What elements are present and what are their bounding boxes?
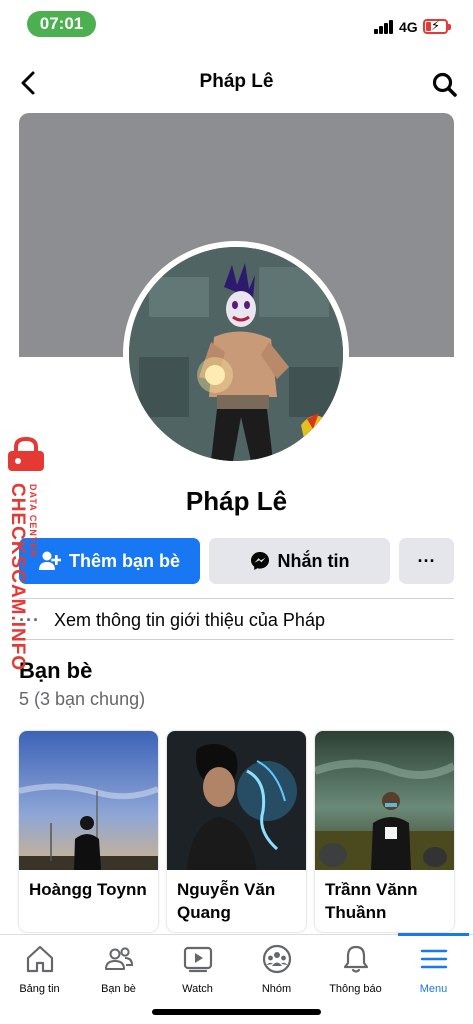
profile-header: Pháp Lê bbox=[0, 58, 473, 110]
friends-count: 5 (3 bạn chung) bbox=[19, 689, 146, 709]
active-tab-indicator bbox=[398, 933, 469, 936]
friend-photo bbox=[167, 731, 306, 870]
nav-label: Bảng tin bbox=[19, 983, 60, 995]
nav-label: Nhóm bbox=[261, 983, 292, 995]
profile-name: Pháp Lê bbox=[185, 486, 288, 516]
friend-card[interactable]: Nguyễn Văn Quang bbox=[167, 731, 306, 932]
status-time: 07:01 bbox=[27, 11, 96, 37]
battery-icon: ⚡ bbox=[423, 18, 451, 34]
signal-icon bbox=[374, 20, 394, 34]
groups-icon bbox=[262, 944, 291, 974]
watermark-lock-icon bbox=[8, 437, 44, 471]
see-about-info-label: Xem thông tin giới thiệu của Pháp bbox=[53, 609, 325, 630]
add-friend-label: Thêm bạn bè bbox=[68, 550, 180, 571]
friend-name: Nguyễn Văn Quang bbox=[177, 880, 276, 922]
nav-item-friends[interactable]: Bạn bè bbox=[79, 943, 158, 1003]
nav-label: Bạn bè bbox=[101, 983, 136, 995]
watermark-sub: DATA CENTER bbox=[28, 484, 38, 558]
nav-item-watch[interactable]: Watch bbox=[158, 943, 237, 1003]
add-friend-icon bbox=[38, 551, 61, 570]
avatar-image bbox=[129, 247, 343, 461]
network-type: 4G bbox=[399, 19, 418, 35]
friend-photo bbox=[315, 731, 454, 870]
more-dots-icon: ··· bbox=[417, 550, 436, 571]
friends-icon bbox=[104, 947, 133, 970]
home-icon bbox=[26, 945, 53, 973]
watermark-brand: CHECKSCAM.INFO bbox=[7, 483, 28, 672]
add-friend-button[interactable]: Thêm bạn bè bbox=[19, 538, 200, 584]
divider bbox=[19, 598, 454, 599]
nav-label: Watch bbox=[182, 983, 213, 995]
more-options-button[interactable]: ··· bbox=[399, 538, 454, 584]
see-about-info-row[interactable]: ··· Xem thông tin giới thiệu của Pháp bbox=[19, 606, 459, 634]
nav-label: Thông báo bbox=[329, 983, 382, 995]
friend-photo bbox=[19, 731, 158, 870]
nav-item-menu[interactable]: Menu bbox=[394, 943, 473, 1003]
bell-icon bbox=[343, 945, 368, 973]
nav-label: Menu bbox=[419, 983, 448, 995]
friends-section-title: Bạn bè bbox=[19, 658, 93, 683]
menu-icon bbox=[420, 949, 447, 969]
watch-icon bbox=[183, 946, 212, 973]
friend-name: Hoàngg Toynn bbox=[29, 880, 147, 899]
page-title: Pháp Lê bbox=[199, 71, 274, 92]
home-indicator[interactable] bbox=[152, 1009, 321, 1015]
search-button[interactable] bbox=[430, 70, 460, 100]
profile-avatar[interactable] bbox=[123, 241, 349, 467]
friend-card[interactable]: Hoàngg Toynn bbox=[19, 731, 158, 932]
nav-item-notifications[interactable]: Thông báo bbox=[316, 943, 395, 1003]
divider bbox=[19, 639, 454, 640]
friend-card[interactable]: Trầnn Vănn Thuầnn bbox=[315, 731, 454, 932]
nav-item-groups[interactable]: Nhóm bbox=[237, 943, 316, 1003]
messenger-icon bbox=[250, 552, 269, 570]
status-bar: 07:01 4G ⚡ bbox=[0, 0, 473, 48]
nav-item-news-feed[interactable]: Bảng tin bbox=[0, 943, 79, 1003]
friend-name: Trầnn Vănn Thuầnn bbox=[325, 880, 418, 922]
message-label: Nhắn tin bbox=[277, 550, 350, 571]
search-icon bbox=[432, 72, 457, 97]
message-button[interactable]: Nhắn tin bbox=[209, 538, 390, 584]
